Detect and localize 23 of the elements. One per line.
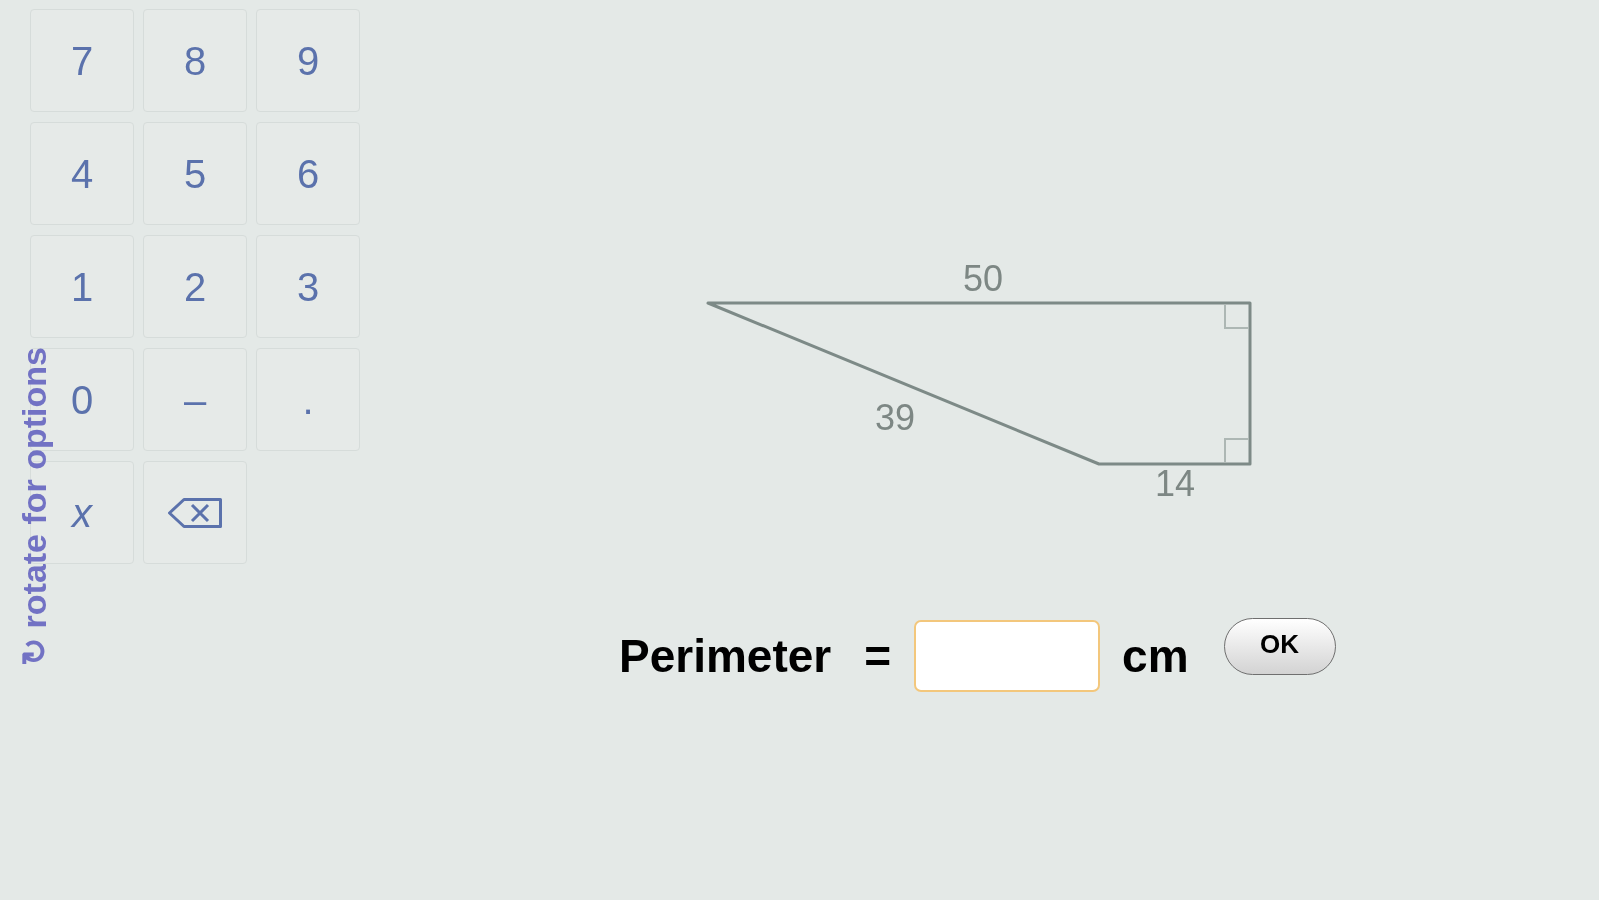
answer-field[interactable] <box>914 619 1101 692</box>
side-length-label: 14 <box>1155 463 1195 504</box>
backspace-icon <box>167 496 223 529</box>
right-angle-icon <box>1224 303 1250 329</box>
keypad-key[interactable]: – <box>143 348 247 451</box>
keypad-key[interactable]: 4 <box>30 122 134 225</box>
backspace-key[interactable] <box>143 461 247 564</box>
keypad-key[interactable]: 2 <box>143 235 247 338</box>
keypad-key[interactable]: 6 <box>256 122 360 225</box>
equals-sign: = <box>864 632 892 679</box>
keypad-key[interactable]: 1 <box>30 235 134 338</box>
keypad-key[interactable]: . <box>256 348 360 451</box>
side-length-label: 50 <box>963 258 1003 299</box>
right-angle-icon <box>1224 438 1250 464</box>
keypad-key[interactable]: 8 <box>143 9 247 112</box>
keypad-key[interactable]: 9 <box>256 9 360 112</box>
unit-label: cm <box>1122 632 1189 679</box>
ok-button[interactable]: OK <box>1223 618 1336 675</box>
perimeter-label: Perimeter <box>619 632 832 679</box>
keypad-key[interactable]: 7 <box>30 9 134 112</box>
keypad-key[interactable]: 5 <box>143 122 247 225</box>
keypad-key[interactable]: 3 <box>256 235 360 338</box>
side-length-label: 39 <box>875 397 915 438</box>
